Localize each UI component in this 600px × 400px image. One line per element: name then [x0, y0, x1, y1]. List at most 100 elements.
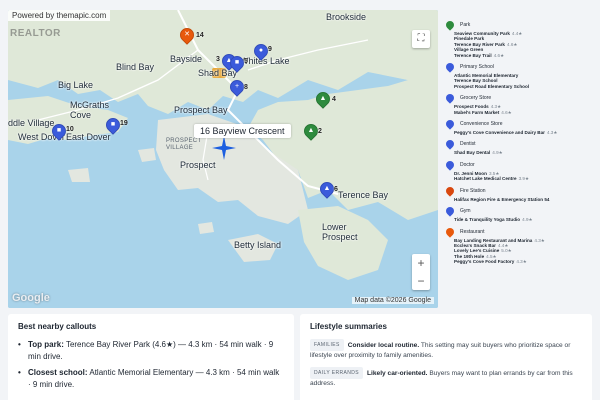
legend-category-name: Park: [460, 22, 471, 28]
legend-item-name: Shad Bay Dental: [454, 150, 491, 156]
legend-item-name: Peggy's Cove Food Factory: [454, 259, 515, 265]
legend-item[interactable]: Prospect Road Elementary School: [454, 84, 596, 89]
legend-item-rating: 4.4★: [511, 31, 523, 36]
pin-convenience[interactable]: ■: [103, 115, 123, 136]
legend-pin-icon: [446, 118, 456, 130]
legend-item[interactable]: Shad Bay Dental 4.9★: [454, 150, 596, 155]
legend-category-name: Grocery Store: [460, 95, 492, 102]
legend-pin-icon: [446, 185, 456, 197]
legend-pin-icon: [446, 138, 456, 151]
legend-item[interactable]: Hatchet Lake Medical Centre 3.9★: [454, 176, 596, 181]
medical-icon: +: [234, 83, 240, 90]
lifestyle-tag: DAILY ERRANDS: [310, 367, 364, 379]
callout-item: Top park: Terence Bay River Park (4.6★) …: [18, 339, 284, 363]
zoom-in-button[interactable]: +: [412, 254, 430, 272]
fullscreen-button[interactable]: ⛶: [412, 30, 430, 48]
pin-school[interactable]: ▲: [317, 179, 337, 200]
place-lower-prospect: Lower Prospect: [322, 222, 358, 242]
legend-category[interactable]: Dentist: [446, 138, 596, 151]
pin-number: 19: [120, 120, 128, 127]
place-east-dover: East Dover: [66, 132, 111, 142]
address-label: 16 Bayview Crescent: [194, 124, 291, 138]
legend-item-rating: 4.3★: [490, 104, 502, 110]
place-big-lake: Big Lake: [58, 80, 94, 90]
page-root: Powered by themapic.com REALTOR ⛶ Brooks…: [0, 0, 600, 400]
legend-item[interactable]: Mabel's Farm Market 4.6★: [454, 110, 596, 115]
legend-item[interactable]: Tide & Tranquility Yoga Studio 4.9★: [454, 217, 596, 222]
legend-item-rating: 4.9★: [522, 217, 533, 223]
legend-category-name: Doctor: [460, 161, 475, 168]
lifestyle-tag: FAMILIES: [310, 339, 344, 351]
pin-restaurant[interactable]: ✕: [177, 25, 197, 46]
summary-section: Best nearby callouts Top park: Terence B…: [0, 310, 600, 400]
legend-category[interactable]: Gym: [446, 205, 596, 217]
legend-item-name: Seaview Community Park: [454, 31, 510, 36]
legend-item-name: Prospect Foods: [454, 104, 489, 110]
pin-park[interactable]: ▲: [301, 121, 321, 142]
island-small-3: [68, 168, 90, 182]
legend-category[interactable]: Restaurant: [446, 225, 596, 238]
pin-park[interactable]: ▲: [313, 89, 333, 110]
legend-category-name: Dentist: [460, 141, 476, 148]
pin-gym[interactable]: ■: [49, 121, 69, 142]
map-attribution[interactable]: Powered by themapic.com: [8, 10, 111, 21]
legend-item-name: Terence Bay Trail: [454, 52, 492, 58]
pin-number: 8: [244, 84, 248, 91]
legend-item[interactable]: Halifax Region Fire & Emergency Station …: [454, 197, 596, 202]
legend-category[interactable]: Fire Station: [446, 185, 596, 197]
fork-knife-icon: ✕: [184, 31, 190, 38]
legend-category[interactable]: Doctor: [446, 159, 596, 171]
legend-category[interactable]: Grocery Store: [446, 92, 596, 104]
legend-item-name: Village Green: [454, 47, 484, 53]
legend-item-name: Mabel's Farm Market: [454, 109, 500, 115]
pin-doctor[interactable]: +: [227, 77, 247, 98]
map-view[interactable]: Powered by themapic.com REALTOR ⛶ Brooks…: [8, 10, 438, 308]
callout-item: Closest school: Atlantic Memorial Elemen…: [18, 367, 284, 391]
legend-pin-icon: [446, 225, 456, 238]
legend-pin-icon: [446, 159, 456, 171]
legend-category-name: Fire Station: [460, 187, 486, 194]
legend-item-name: Dr. Jenni Moon: [454, 170, 487, 176]
legend-item[interactable]: Terence Bay Trail 4.6★: [454, 53, 596, 58]
legend-item-rating: 4.6★: [501, 109, 512, 115]
legend-category-name: Primary School: [460, 64, 494, 71]
lifestyle-item: DAILY ERRANDS Likely car-oriented. Buyers…: [310, 367, 582, 389]
place-prospect-bay: Prospect Bay: [174, 105, 228, 115]
school-icon: ▲: [323, 185, 331, 192]
legend-pin-icon: [446, 61, 456, 73]
pin-store[interactable]: ■: [227, 53, 247, 74]
tooth-icon: ●: [258, 47, 264, 54]
legend-item-name: Terence Bay River Park: [454, 41, 505, 47]
legend-category-name: Gym: [460, 208, 471, 215]
dumbbell-icon: ■: [56, 127, 62, 134]
legend-category[interactable]: Convenience Store: [446, 118, 596, 130]
legend-item[interactable]: Peggy's Cove Convenience and Dairy Bar 4.…: [454, 130, 596, 135]
legend-item-name: Peggy's Cove Convenience and Dairy Bar: [454, 130, 545, 136]
zoom-control[interactable]: + −: [412, 254, 430, 290]
legend-item[interactable]: Peggy's Cove Food Factory 4.3★: [454, 259, 596, 264]
island-small-2: [198, 222, 214, 234]
map-data-attribution[interactable]: Map data ©2026 Google: [351, 297, 434, 304]
zoom-out-button[interactable]: −: [412, 272, 430, 290]
legend-item-rating: 3.9★: [518, 176, 530, 182]
legend-item-name: Hatchet Lake Medical Centre: [454, 176, 517, 182]
legend-category[interactable]: Park: [446, 19, 596, 31]
legend-item-rating: 3.5★: [488, 170, 500, 176]
legend-item-rating: 4.4★: [497, 242, 509, 248]
callouts-panel: Best nearby callouts Top park: Terence B…: [8, 314, 294, 400]
legend-item-rating: 4.3★: [546, 130, 558, 136]
place-prospect-village: PROSPECT VILLAGE: [166, 138, 202, 151]
legend-item-rating: 4.6★: [493, 52, 505, 58]
property-star-icon[interactable]: [212, 136, 236, 160]
map-legend: Park Seaview Community Park 4.4★ Pinedale P…: [446, 16, 596, 308]
legend-category[interactable]: Primary School: [446, 61, 596, 73]
legend-pin-icon: [446, 19, 456, 31]
lifestyle-item: FAMILIES Consider local routine. This set…: [310, 339, 582, 361]
legend-item-name: Prospect Road Elementary School: [454, 83, 530, 89]
pin-number: 4: [332, 96, 336, 103]
legend-item-name: Atlantic Memorial Elementary: [454, 73, 519, 79]
pin-dentist[interactable]: ●: [251, 41, 271, 62]
tree-icon: ▲: [307, 127, 315, 134]
legend-item-name: Pinedale Park: [454, 36, 485, 42]
pin-number: 3: [216, 56, 220, 63]
